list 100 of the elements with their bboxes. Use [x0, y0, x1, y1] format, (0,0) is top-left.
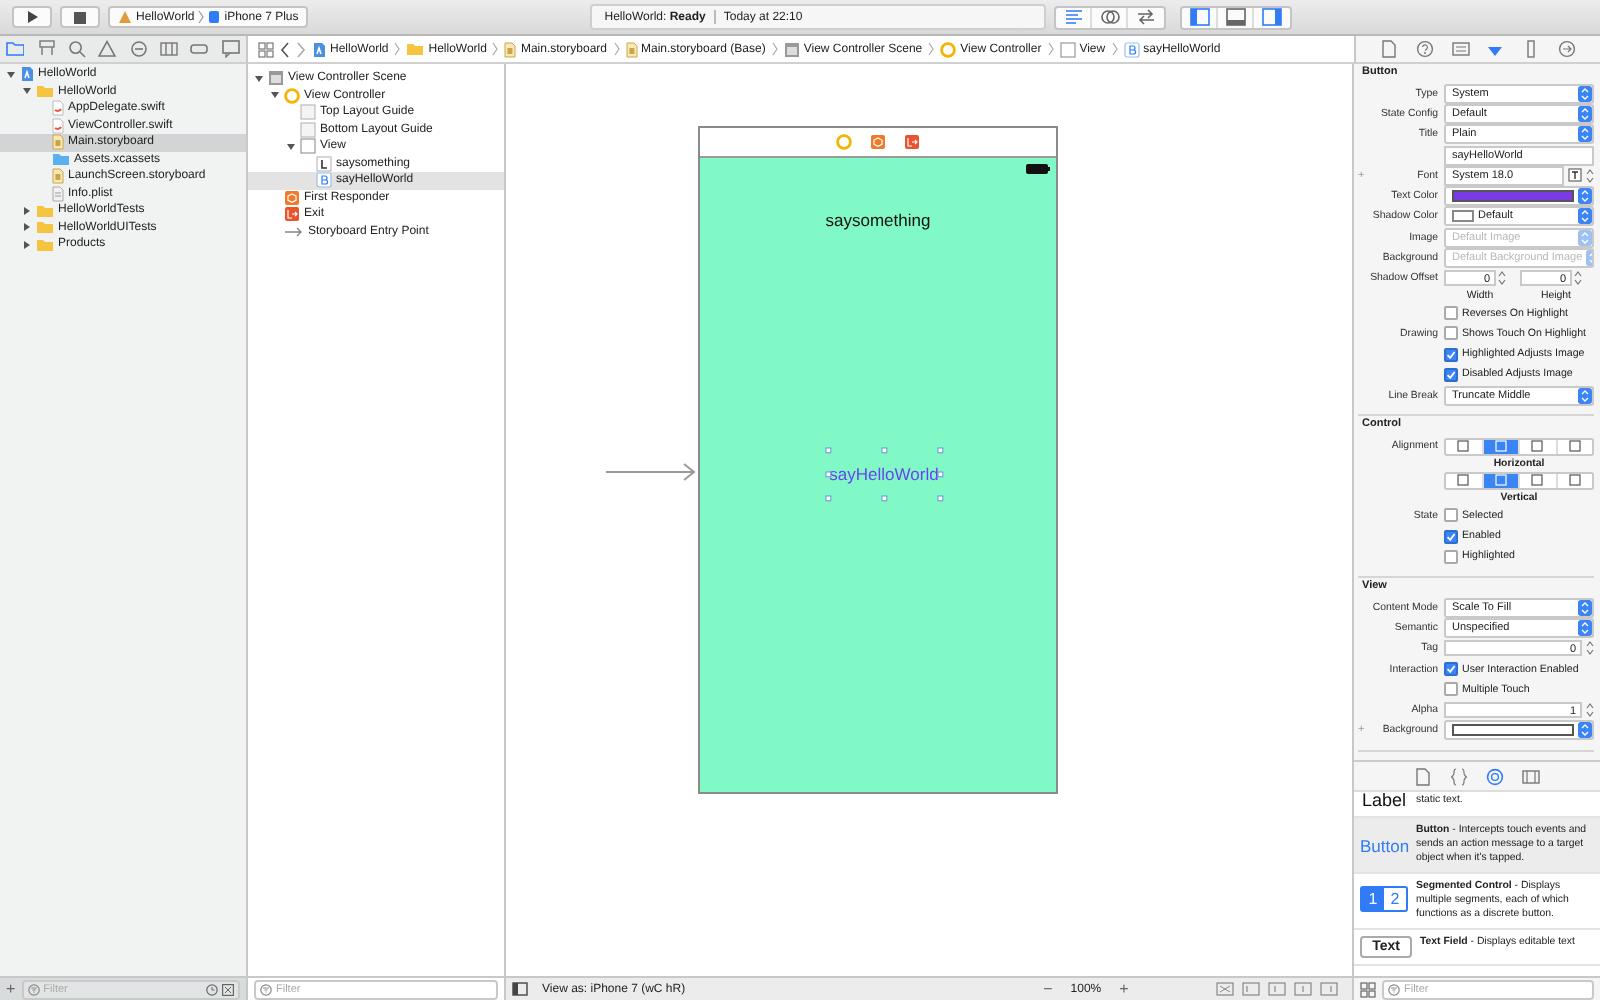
project-file-icon [20, 66, 34, 83]
checkbox[interactable] [1444, 662, 1458, 677]
storyboard-file-icon [52, 168, 64, 185]
navigator-tab[interactable] [65, 38, 88, 60]
checkbox[interactable] [1444, 682, 1458, 697]
back-icon[interactable] [280, 41, 290, 57]
checkmark-icon [1446, 664, 1456, 675]
stepper-icon[interactable] [1498, 270, 1506, 287]
inspector-tab[interactable] [1555, 38, 1578, 60]
hierarchy-icon [37, 40, 56, 58]
font-picker-icon[interactable] [1568, 168, 1582, 183]
checkbox[interactable] [1444, 549, 1458, 564]
library-tab[interactable] [1448, 765, 1470, 787]
segment[interactable] [1483, 473, 1520, 488]
library-tab[interactable] [1520, 765, 1542, 787]
navigator-tab[interactable] [158, 38, 181, 60]
grid-icon[interactable] [258, 41, 274, 57]
folder-icon [406, 42, 425, 56]
grid-view-icon[interactable] [1360, 981, 1376, 997]
checkbox[interactable] [1444, 306, 1458, 321]
navigator-tab[interactable] [219, 38, 242, 60]
stepper-icon[interactable] [1586, 640, 1594, 657]
button-icon [316, 172, 332, 189]
chevron-icon [492, 42, 499, 56]
stepper-icon[interactable] [1586, 702, 1594, 719]
document-icon [1380, 40, 1399, 58]
checkbox[interactable] [1444, 347, 1458, 362]
chevron-icon [771, 42, 778, 56]
stop-button[interactable] [60, 6, 100, 28]
label-preview: Label [1360, 792, 1408, 810]
disclosure-triangle-icon[interactable] [286, 141, 296, 152]
alignment-icon [1567, 474, 1582, 487]
alignment-segmented-control[interactable] [1444, 471, 1594, 490]
play-icon [26, 10, 38, 24]
checkbox[interactable] [1444, 326, 1458, 341]
alignment-icon [1530, 440, 1545, 453]
alignment-icon [1456, 440, 1471, 453]
segment-preview: 1 [1362, 888, 1384, 910]
scene-icon [783, 41, 800, 57]
storyboard-file-icon [52, 134, 64, 151]
navigator-tab[interactable] [35, 38, 58, 60]
color-well[interactable] [1444, 720, 1594, 741]
navigator-tab[interactable] [4, 38, 27, 60]
popup-arrows-icon [1578, 229, 1592, 246]
zoom-in-button[interactable]: + [1119, 981, 1129, 997]
braces-icon [1450, 767, 1468, 785]
checkbox[interactable] [1444, 508, 1458, 523]
popup-arrows-icon [1578, 208, 1592, 225]
view-controller-icon [940, 41, 957, 57]
stepper-icon[interactable] [1586, 167, 1594, 184]
version-editor-icon [1136, 8, 1157, 26]
chevron-icon [1111, 42, 1118, 56]
checkbox[interactable] [1444, 529, 1458, 544]
popup-arrows-icon [1578, 188, 1592, 205]
inspector-tab[interactable] [1413, 38, 1436, 60]
say-hello-button[interactable]: sayHelloWorld [827, 462, 941, 486]
color-well[interactable] [1444, 186, 1594, 207]
segue-arrow-icon [606, 462, 698, 482]
segment-preview: 2 [1388, 888, 1402, 910]
segment[interactable] [1483, 439, 1520, 454]
view-icon [1059, 41, 1076, 57]
button-icon [1123, 41, 1140, 57]
filter-icon [260, 983, 272, 995]
view-icon [300, 138, 316, 155]
speech-bubble-icon [221, 40, 240, 58]
library-tab[interactable] [1412, 765, 1434, 787]
outline-toggle-icon[interactable] [512, 982, 528, 996]
chevron-icon [198, 10, 205, 24]
warning-icon [98, 40, 117, 58]
standard-editor-icon [1063, 8, 1084, 26]
resize-handles-drawing[interactable] [826, 448, 946, 502]
popup-arrows-icon [1578, 105, 1592, 122]
search-icon [67, 40, 86, 58]
scene-icon [268, 70, 284, 87]
clock-icon[interactable] [206, 983, 218, 995]
chevron-icon [1047, 42, 1054, 56]
inspector-tab[interactable] [1449, 38, 1472, 60]
chevron-icon [394, 42, 401, 56]
stop-icon [74, 11, 86, 23]
label-text: saysomething [823, 210, 933, 230]
button-preview: Button [1360, 836, 1408, 856]
alignment-segmented-control[interactable] [1444, 437, 1594, 456]
inspector-tab[interactable] [1378, 38, 1401, 60]
checkbox[interactable] [1444, 367, 1458, 382]
stepper-icon[interactable] [1574, 270, 1582, 287]
navigator-tab[interactable] [96, 38, 119, 60]
popup-arrows-icon [1578, 620, 1592, 637]
add-button[interactable]: + [6, 981, 16, 997]
view-controller-icon [284, 87, 300, 104]
alignment-icon [1493, 474, 1508, 487]
popup-arrows-icon [1578, 387, 1592, 404]
run-button[interactable] [12, 6, 52, 28]
alignment-icon [1530, 474, 1545, 487]
alignment-icon [1493, 440, 1508, 453]
exit-icon [904, 134, 920, 150]
zoom-out-button[interactable]: − [1043, 981, 1053, 997]
library-tab[interactable] [1484, 765, 1506, 787]
list-icon [160, 40, 179, 58]
popup-arrows-icon [1578, 599, 1592, 616]
storyboard-file-icon [625, 41, 637, 57]
